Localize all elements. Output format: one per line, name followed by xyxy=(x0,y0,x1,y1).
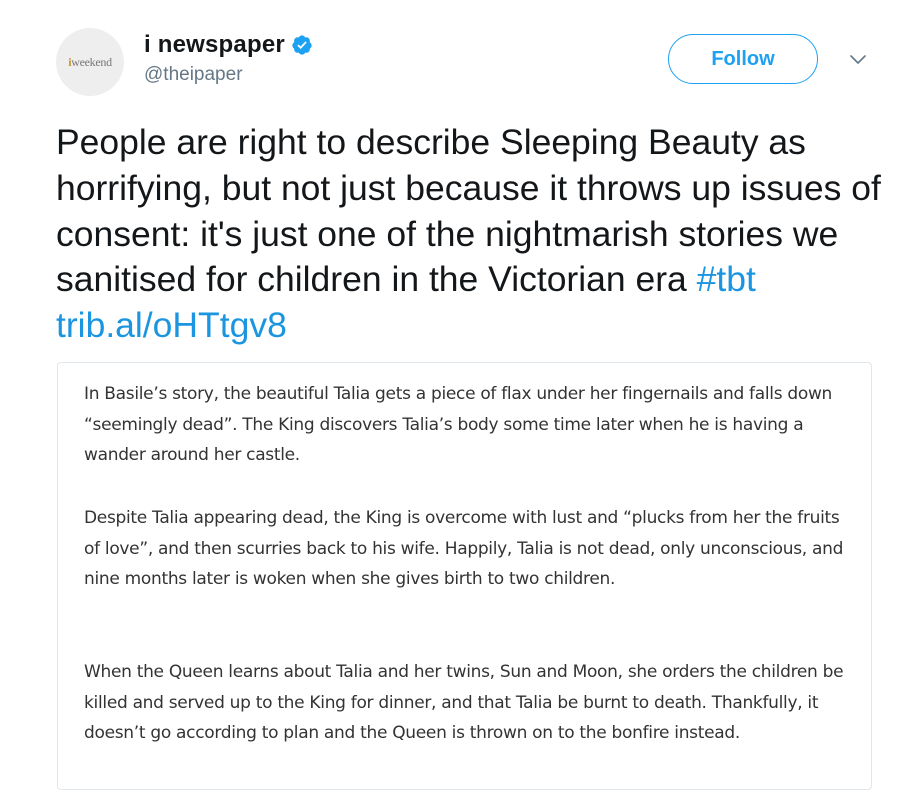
avatar-logo: iweekend xyxy=(68,55,112,70)
follow-button[interactable]: Follow xyxy=(668,34,818,84)
tweet-body: People are right to describe Sleeping Be… xyxy=(56,122,881,300)
quote-paragraph-3: When the Queen learns about Talia and he… xyxy=(84,662,844,743)
avatar[interactable]: iweekend xyxy=(56,28,124,96)
quote-paragraph-1: In Basile’s story, the beautiful Talia g… xyxy=(84,384,833,465)
avatar-logo-text: weekend xyxy=(71,54,112,69)
tweet-text: People are right to describe Sleeping Be… xyxy=(56,120,886,349)
tweet-header: iweekend i newspaper @theipaper Follow xyxy=(56,28,876,100)
url-link[interactable]: trib.al/oHTtgv8 xyxy=(56,305,287,345)
chevron-down-icon[interactable] xyxy=(850,54,866,66)
account-names: i newspaper @theipaper xyxy=(144,30,313,86)
hashtag-link[interactable]: #tbt xyxy=(697,259,756,299)
attached-image-card[interactable]: In Basile’s story, the beautiful Talia g… xyxy=(57,362,872,790)
display-name[interactable]: i newspaper xyxy=(144,31,285,59)
verified-badge-icon xyxy=(292,35,312,55)
quote-paragraph-2: Despite Talia appearing dead, the King i… xyxy=(84,508,844,589)
account-handle[interactable]: @theipaper xyxy=(144,64,313,86)
display-name-row: i newspaper xyxy=(144,30,313,60)
